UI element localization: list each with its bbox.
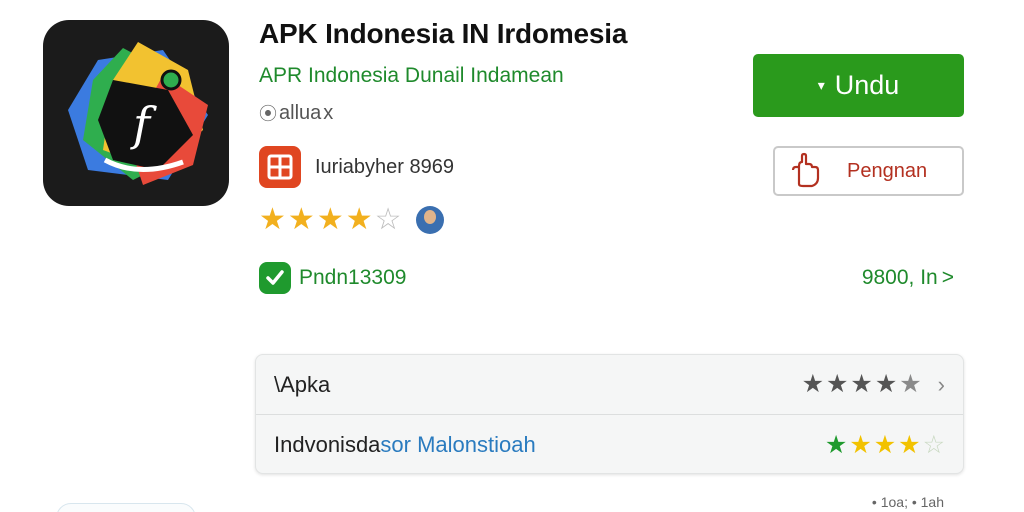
verification-row: Pndn13309 xyxy=(259,262,406,294)
star-rating: ★ ★ ★ ★ ☆ xyxy=(259,205,444,235)
checkmark-icon xyxy=(259,262,291,294)
star-icon: ★ xyxy=(898,430,921,459)
star-icon: ★ xyxy=(801,370,824,398)
app-tag-label: allua xyxy=(279,101,322,124)
star-icon: ★ xyxy=(849,430,872,459)
circle-icon: ⦿ xyxy=(259,104,277,124)
star-icon: ★ xyxy=(873,430,897,459)
avatar[interactable] xyxy=(415,206,444,234)
app-tag-mark: x xyxy=(323,101,334,124)
star-icon: ★ xyxy=(825,370,849,398)
app-tag: ⦿ allua x xyxy=(259,100,333,126)
secondary-action-label: Pengnan xyxy=(847,159,928,182)
star-icon: ★ xyxy=(899,370,922,398)
star-icon: ★ xyxy=(316,203,344,236)
download-button[interactable]: ▾ Undu xyxy=(753,54,964,117)
size-link-text: 9800, In xyxy=(861,266,938,289)
info-row[interactable]: Indvonisdasor Malonstioah ★ ★ ★ ★ ☆ xyxy=(256,415,963,475)
publisher-text: Iuriabyher 8969 xyxy=(315,155,454,178)
star-outline-icon: ☆ xyxy=(922,430,945,459)
info-row-rating: ★ ★ ★ ★ ★ › xyxy=(802,372,945,398)
down-arrow-icon: ▾ xyxy=(817,77,825,93)
star-icon: ★ xyxy=(874,370,898,398)
download-label: Undu xyxy=(834,70,900,100)
secondary-action-button[interactable]: Pengnan xyxy=(773,146,964,196)
info-row[interactable]: \Apka ★ ★ ★ ★ ★ › xyxy=(256,355,963,415)
star-icon: ★ xyxy=(824,430,848,459)
chevron-right-icon: > xyxy=(941,266,954,289)
star-icon: ★ xyxy=(287,203,315,236)
star-icon: ★ xyxy=(345,203,373,236)
star-outline-icon: ☆ xyxy=(374,203,402,236)
developer-name[interactable]: APR Indonesia Dunail Indamean xyxy=(259,64,564,88)
footer-meta: • 1oa; • 1ah xyxy=(871,494,944,510)
app-title: APK Indonesia IN Irdomesia xyxy=(259,18,628,49)
star-icon: ★ xyxy=(259,203,286,236)
publisher-badge-row: Iuriabyher 8969 xyxy=(259,146,454,188)
info-row-label: Indvonisdasor Malonstioah xyxy=(274,432,536,457)
info-row-rating: ★ ★ ★ ★ ☆ xyxy=(824,430,945,459)
hand-icon xyxy=(789,152,821,191)
app-icon: f xyxy=(43,20,229,206)
star-icon: ★ xyxy=(850,370,873,398)
info-row-label: \Apka xyxy=(274,371,331,397)
size-link[interactable]: 9800, In > xyxy=(862,266,954,290)
info-card: \Apka ★ ★ ★ ★ ★ › Indvonisdasor Malonsti… xyxy=(255,354,964,474)
verification-text: Pndn13309 xyxy=(299,266,407,289)
bottom-pill[interactable] xyxy=(56,503,196,512)
grid-icon xyxy=(259,146,301,188)
chevron-right-icon[interactable]: › xyxy=(938,372,945,398)
